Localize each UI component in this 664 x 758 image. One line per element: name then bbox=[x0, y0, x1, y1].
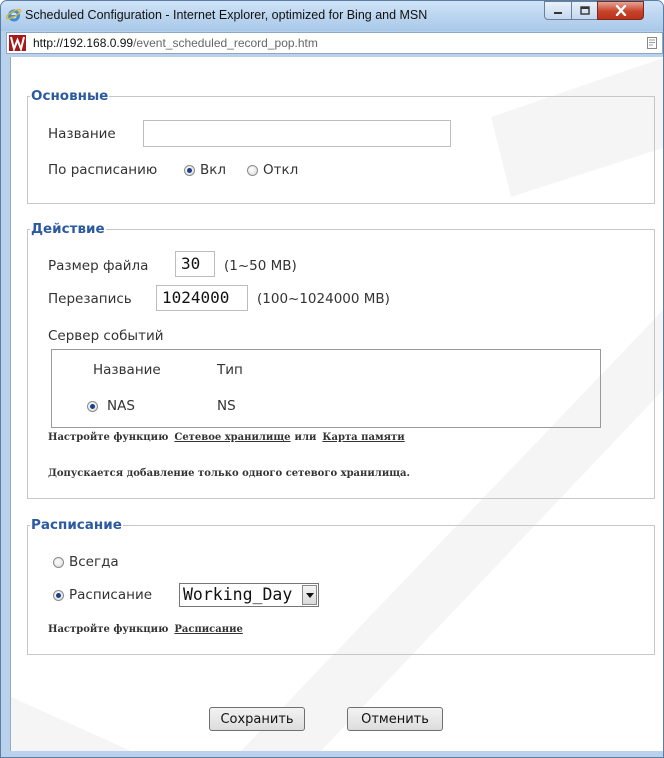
always-radio[interactable] bbox=[53, 557, 64, 568]
schedule-off-radio[interactable] bbox=[247, 165, 258, 176]
schedule-radio[interactable] bbox=[53, 590, 64, 601]
storage-config-or: или bbox=[294, 432, 317, 443]
nas-select-radio[interactable] bbox=[87, 401, 98, 412]
title-bar: Scheduled Configuration - Internet Explo… bbox=[1, 1, 663, 31]
storage-config-line: Настройте функцию Сетевое хранилище или Кар… bbox=[48, 432, 409, 443]
name-label: Название bbox=[48, 126, 116, 142]
always-label: Всегда bbox=[69, 554, 119, 570]
event-server-label: Сервер событий bbox=[48, 328, 164, 344]
minimize-button[interactable] bbox=[544, 1, 572, 20]
storage-note: Допускается добавление только одного сет… bbox=[48, 468, 411, 479]
close-icon bbox=[615, 5, 626, 16]
file-size-input[interactable]: 30 bbox=[175, 251, 215, 277]
file-size-range: (1~50 MB) bbox=[224, 258, 297, 274]
schedule-legend: Расписание bbox=[31, 517, 122, 533]
dropdown-arrow-icon[interactable] bbox=[302, 585, 317, 605]
name-input[interactable] bbox=[143, 120, 451, 147]
column-header-type: Тип bbox=[217, 362, 243, 378]
action-legend: Действие bbox=[31, 221, 105, 237]
minimize-icon bbox=[554, 11, 562, 14]
schedule-off-label: Откл bbox=[263, 162, 299, 178]
save-button[interactable]: Сохранить bbox=[209, 707, 305, 731]
schedule-select[interactable]: Working_Day bbox=[179, 583, 319, 607]
memory-card-link[interactable]: Карта памяти bbox=[322, 432, 404, 443]
address-bar[interactable]: http://192.168.0.99/event_scheduled_reco… bbox=[6, 32, 663, 54]
file-size-label: Размер файла bbox=[48, 258, 149, 274]
maximize-button[interactable] bbox=[571, 1, 598, 20]
column-header-name: Название bbox=[93, 362, 161, 378]
schedule-on-radio[interactable] bbox=[184, 165, 195, 176]
table-cell-name: NAS bbox=[107, 398, 135, 414]
internet-explorer-icon bbox=[6, 8, 22, 22]
schedule-select-value: Working_Day bbox=[183, 585, 293, 604]
schedule-on-label: Вкл bbox=[200, 162, 227, 178]
overwrite-range: (100~1024000 MB) bbox=[257, 291, 390, 307]
table-cell-type: NS bbox=[217, 398, 236, 414]
overwrite-input[interactable]: 1024000 bbox=[156, 285, 248, 311]
browser-window: Scheduled Configuration - Internet Explo… bbox=[0, 0, 664, 758]
schedule-config-line: Настройте функцию Расписание bbox=[48, 624, 247, 635]
storage-config-prefix: Настройте функцию bbox=[48, 432, 169, 443]
schedule-radio-label: Расписание bbox=[69, 587, 153, 603]
close-button[interactable] bbox=[597, 1, 644, 20]
maximize-icon bbox=[579, 6, 590, 15]
general-legend: Основные bbox=[31, 88, 109, 104]
site-logo-icon bbox=[9, 35, 26, 51]
overwrite-label: Перезапись bbox=[48, 291, 132, 307]
schedule-link[interactable]: Расписание bbox=[174, 624, 243, 635]
page-content: Основные Название По расписанию Вкл Откл… bbox=[10, 57, 663, 751]
cancel-button[interactable]: Отменить bbox=[347, 707, 443, 731]
address-path: /event_scheduled_record_pop.htm bbox=[133, 36, 318, 50]
network-storage-link[interactable]: Сетевое хранилище bbox=[174, 432, 290, 443]
address-url: http://192.168.0.99/event_scheduled_reco… bbox=[33, 36, 318, 50]
page-icon bbox=[647, 37, 657, 49]
event-server-table bbox=[51, 349, 601, 428]
address-host: http://192.168.0.99 bbox=[33, 36, 134, 50]
schedule-label: По расписанию bbox=[48, 162, 158, 178]
schedule-config-prefix: Настройте функцию bbox=[48, 624, 169, 635]
window-title: Scheduled Configuration - Internet Explo… bbox=[25, 8, 428, 22]
